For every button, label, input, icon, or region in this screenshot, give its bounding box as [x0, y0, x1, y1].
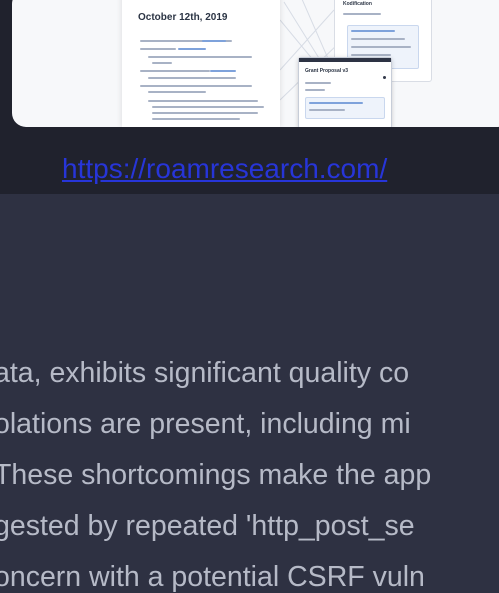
body-text-line: These shortcomings make the app: [0, 459, 432, 491]
body-text-line: olations are present, including mi: [0, 408, 411, 440]
note-line: [152, 112, 258, 114]
panel-link: [309, 102, 363, 104]
floating-page-panel: Grant Proposal v3: [298, 57, 392, 127]
panel-line: [351, 38, 405, 40]
page: October 12th, 2019 Kodification Grant Pr…: [0, 0, 499, 593]
panel-line: [343, 13, 381, 15]
product-preview-image: October 12th, 2019 Kodification Grant Pr…: [12, 0, 499, 127]
panel-line: [305, 82, 331, 84]
daily-note-panel: October 12th, 2019: [122, 0, 280, 127]
panel-dot-icon: [383, 76, 386, 79]
body-text-block: ata, exhibits significant quality co ola…: [0, 348, 499, 593]
note-line: [140, 70, 210, 72]
note-line: [148, 91, 206, 93]
panel-line: [309, 109, 345, 111]
floating-page-title: Grant Proposal v3: [305, 68, 349, 74]
note-line: [148, 100, 258, 102]
panel-line: [305, 89, 325, 91]
note-link: [202, 40, 226, 42]
panel-link: [351, 30, 395, 32]
floating-panel-header-strip: [299, 58, 391, 62]
daily-note-title: October 12th, 2019: [138, 12, 228, 23]
body-text-line: oncern with a potential CSRF vuln: [0, 561, 425, 593]
sidebar-page-title: Kodification: [343, 1, 372, 7]
panel-line: [351, 54, 391, 56]
roamresearch-link[interactable]: https://roamresearch.com/: [62, 152, 387, 186]
note-line: [148, 77, 236, 79]
note-line: [152, 118, 240, 120]
panel-line: [351, 46, 411, 48]
note-line: [152, 62, 172, 64]
body-text-line: ata, exhibits significant quality co: [0, 357, 410, 389]
note-line: [148, 56, 252, 58]
body-text-line: gested by repeated 'http_post_se: [0, 510, 415, 542]
reference-box: [305, 97, 385, 119]
note-line: [140, 48, 176, 50]
note-link: [210, 70, 236, 72]
note-line: [140, 85, 252, 87]
note-link: [178, 48, 206, 50]
note-line: [152, 106, 264, 108]
